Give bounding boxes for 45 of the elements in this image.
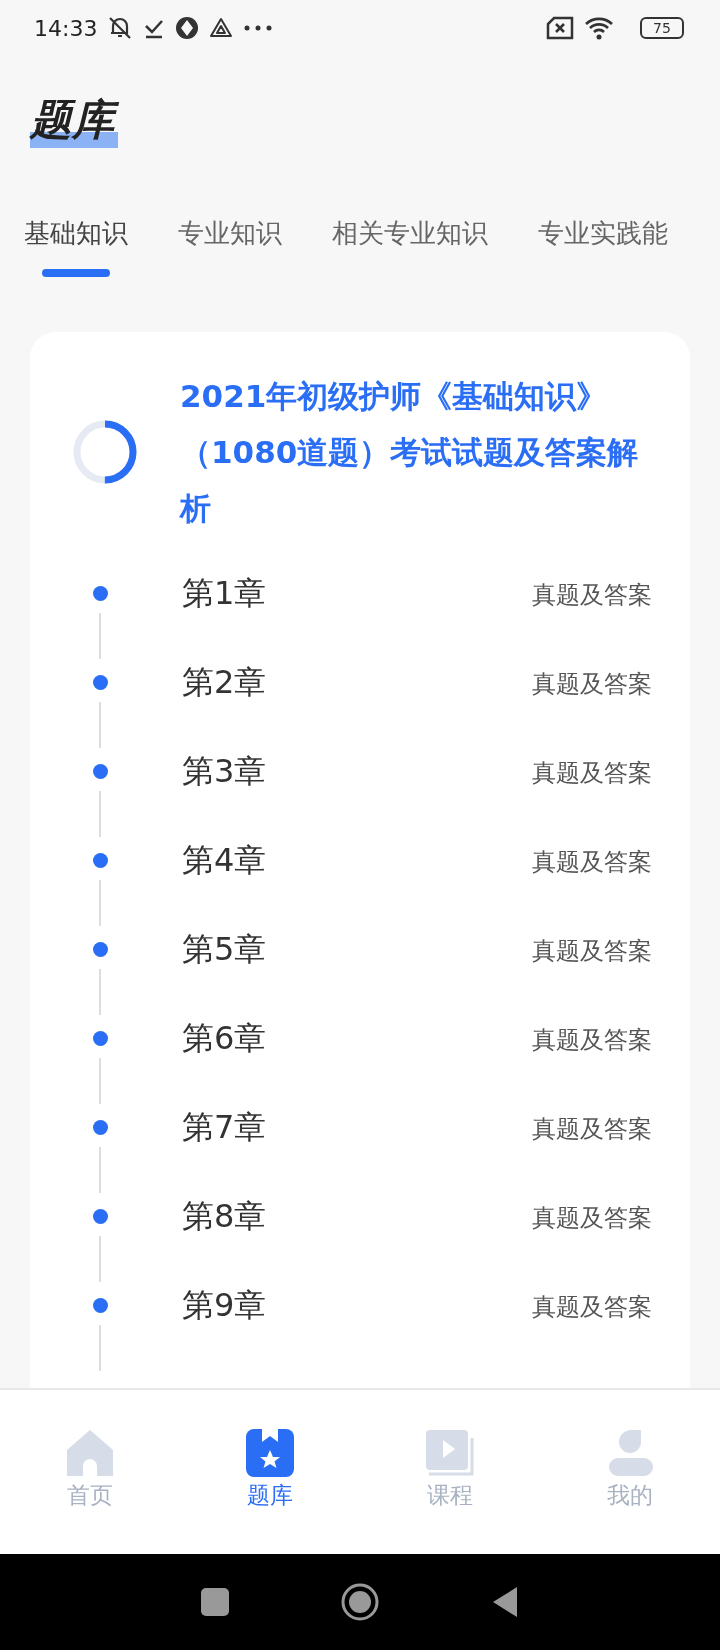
triangle-icon xyxy=(209,16,234,40)
chapter-name[interactable]: 第1章 xyxy=(170,570,532,659)
timeline-dot xyxy=(92,1209,108,1224)
sim-error-icon xyxy=(546,16,574,40)
chapter-link[interactable]: 真题及答案 xyxy=(532,659,652,748)
chapter-link[interactable]: 真题及答案 xyxy=(532,1015,652,1104)
home-button-icon[interactable] xyxy=(340,1582,380,1622)
timeline-dot xyxy=(92,586,108,601)
category-tab[interactable]: 专业实践能 xyxy=(538,216,668,286)
aperture-icon xyxy=(175,16,200,40)
timeline-dot xyxy=(92,1031,108,1046)
chapter-name[interactable]: 第7章 xyxy=(170,1104,532,1193)
more-icon xyxy=(243,24,274,32)
chapter-link[interactable]: 真题及答案 xyxy=(532,926,652,1015)
home-icon xyxy=(65,1428,115,1478)
category-tab[interactable]: 专业知识 xyxy=(178,216,282,286)
timeline-dot xyxy=(92,1120,108,1135)
timeline-dot xyxy=(92,853,108,868)
wifi-icon xyxy=(584,16,614,40)
nav-tab[interactable]: 题库 xyxy=(180,1428,360,1554)
chapter-name[interactable]: 第5章 xyxy=(170,926,532,1015)
battery-level: 75 xyxy=(653,20,671,36)
chapter-link[interactable]: 真题及答案 xyxy=(532,1104,652,1193)
chapter-link[interactable]: 真题及答案 xyxy=(532,837,652,926)
chapter-link[interactable]: 真题及答案 xyxy=(532,1282,652,1371)
timeline-dot xyxy=(92,764,108,779)
chapter-link[interactable]: 真题及答案 xyxy=(532,748,652,837)
category-tab[interactable]: 基础知识 xyxy=(24,216,128,286)
chapter-link[interactable]: 真题及答案 xyxy=(532,570,652,659)
recents-icon[interactable] xyxy=(200,1587,230,1617)
chapter-name[interactable]: 第9章 xyxy=(170,1282,532,1371)
timeline-dot xyxy=(92,942,108,957)
video-book-icon xyxy=(425,1428,475,1478)
chapter-name[interactable]: 第3章 xyxy=(170,748,532,837)
timeline-dot xyxy=(92,675,108,690)
paper-title[interactable]: 2021年初级护师《基础知识》（1080道题）考试试题及答案解析 xyxy=(180,368,690,536)
chapter-link[interactable]: 真题及答案 xyxy=(532,1193,652,1282)
chapter-name[interactable]: 第6章 xyxy=(170,1015,532,1104)
chapter-name[interactable]: 第4章 xyxy=(170,837,532,926)
chapter-name[interactable]: 第2章 xyxy=(170,659,532,748)
chapter-name[interactable]: 第8章 xyxy=(170,1193,532,1282)
progress-ring xyxy=(71,418,139,486)
timeline-dot xyxy=(92,1298,108,1313)
category-tab[interactable]: 相关专业知识 xyxy=(332,216,488,286)
status-time: 14:33 xyxy=(34,15,98,41)
